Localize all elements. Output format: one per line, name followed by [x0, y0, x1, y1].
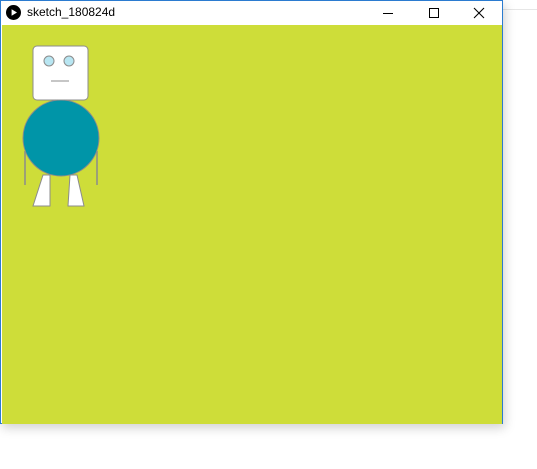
robot-head: [32, 45, 89, 101]
maximize-icon: [429, 8, 439, 18]
maximize-button[interactable]: [411, 1, 457, 25]
minimize-icon: [383, 13, 393, 14]
robot-right-eye: [63, 55, 75, 67]
background-divider: [503, 9, 537, 10]
close-icon: [473, 7, 485, 19]
sketch-canvas[interactable]: [2, 25, 502, 424]
sketch-window: sketch_180824d: [0, 0, 503, 424]
close-button[interactable]: [456, 1, 502, 25]
robot-left-eye: [43, 55, 55, 67]
processing-app-icon: [6, 5, 21, 20]
robot-body: [22, 99, 100, 177]
window-title: sketch_180824d: [27, 5, 116, 19]
minimize-button[interactable]: [365, 1, 411, 25]
title-bar[interactable]: sketch_180824d: [1, 1, 502, 25]
